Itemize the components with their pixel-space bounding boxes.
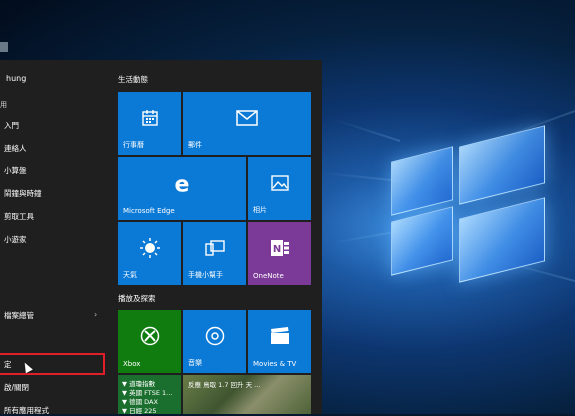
onenote-icon: N [270, 239, 290, 261]
phone-companion-icon [204, 240, 225, 260]
tile-money[interactable]: ▼ 道瓊指數 ▼ 英國 FTSE 1... ▼ 德國 DAX ▼ 日經 225 [118, 375, 181, 414]
tile-news-headline: 反應 鳥取 1.7 回升 天 ... [188, 381, 261, 389]
tile-edge-label: Microsoft Edge [123, 207, 175, 215]
app-games[interactable]: 小遊家 [4, 234, 27, 245]
tile-calendar-label: 行事曆 [123, 141, 144, 149]
calendar-icon [141, 109, 159, 131]
app-calculator[interactable]: 小算盤 [4, 165, 27, 176]
tile-weather-label: 天氣 [123, 271, 137, 279]
xbox-icon [140, 326, 160, 350]
svg-text:N: N [272, 244, 280, 255]
tile-calendar[interactable]: 行事曆 [118, 92, 181, 155]
power-item[interactable]: 啟/關閉 [4, 382, 29, 393]
sun-icon [139, 237, 161, 263]
most-used-header: 用 [0, 101, 7, 109]
edge-icon: e [174, 172, 190, 198]
tile-onenote[interactable]: N OneNote [248, 222, 311, 285]
money-line-4: ▼ 日經 225 [122, 407, 157, 414]
app-get-started[interactable]: 入門 [4, 120, 19, 131]
group-life-title: 生活動態 [118, 75, 148, 84]
tile-groove-music[interactable]: 音樂 [183, 310, 246, 373]
chevron-right-icon[interactable]: › [94, 310, 97, 319]
start-menu: hung 用 入門 連絡人 小算盤 鬧鐘與時鐘 剪取工具 小遊家 檔案總管 › … [0, 60, 322, 416]
all-apps-item[interactable]: 所有應用程式 [4, 405, 49, 416]
tile-xbox[interactable]: Xbox [118, 310, 181, 373]
tile-groove-label: 音樂 [188, 359, 202, 367]
photos-icon [270, 175, 289, 195]
tile-mail[interactable]: 郵件 [183, 92, 311, 155]
tile-movies-tv[interactable]: Movies & TV [248, 310, 311, 373]
tile-mail-label: 郵件 [188, 141, 202, 149]
tile-onenote-label: OneNote [253, 272, 284, 280]
app-alarms-clock[interactable]: 鬧鐘與時鐘 [4, 188, 42, 199]
tile-phone-label: 手機小幫手 [188, 271, 223, 279]
desktop-icon[interactable] [0, 42, 8, 52]
group-play-title: 播放及探索 [118, 294, 156, 303]
mail-icon [236, 109, 258, 130]
tile-photos[interactable]: 相片 [248, 157, 311, 220]
user-name[interactable]: hung [6, 74, 26, 83]
tile-weather[interactable]: 天氣 [118, 222, 181, 285]
tile-movies-label: Movies & TV [253, 360, 297, 368]
clapperboard-icon [270, 326, 290, 349]
groove-music-icon [205, 326, 225, 350]
tile-xbox-label: Xbox [123, 360, 141, 368]
tile-photos-label: 相片 [253, 206, 267, 214]
tile-edge[interactable]: e Microsoft Edge [118, 157, 246, 220]
windows-logo [385, 110, 575, 300]
file-explorer-item[interactable]: 檔案總管 [4, 310, 34, 321]
start-left-column: hung 用 入門 連絡人 小算盤 鬧鐘與時鐘 剪取工具 小遊家 檔案總管 › … [0, 60, 110, 416]
app-snipping-tool[interactable]: 剪取工具 [4, 211, 34, 222]
app-contacts[interactable]: 連絡人 [4, 143, 27, 154]
tile-phone-companion[interactable]: 手機小幫手 [183, 222, 246, 285]
settings-highlight-box [0, 353, 105, 375]
tile-news[interactable]: 反應 鳥取 1.7 回升 天 ... [183, 375, 311, 414]
